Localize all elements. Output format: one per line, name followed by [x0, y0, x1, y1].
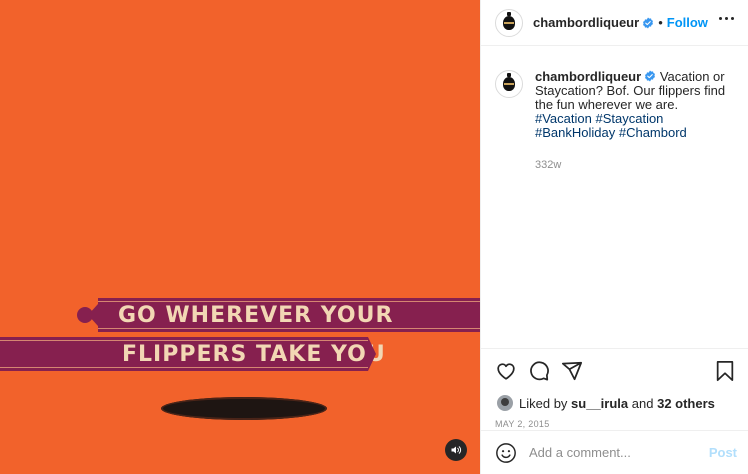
post-actions: Liked by su__irula and 32 others MAY 2, …	[481, 348, 748, 429]
verified-badge-icon	[643, 17, 654, 28]
caption-section: chambordliqueur Vacation or Staycation? …	[481, 46, 748, 348]
bottle-logo-icon	[503, 73, 515, 91]
verified-badge-icon	[645, 70, 656, 82]
liked-by-user[interactable]: su__irula	[571, 396, 628, 411]
liker-avatar[interactable]	[497, 395, 513, 411]
banner-top: GO WHEREVER YOUR	[88, 298, 480, 332]
heart-icon	[497, 363, 515, 380]
hashtag-link[interactable]: #Staycation	[595, 111, 663, 126]
banner-line-1: GO WHEREVER YOUR	[118, 302, 394, 328]
hashtag-link[interactable]: #Chambord	[619, 125, 687, 140]
post-age[interactable]: 332w	[535, 158, 734, 172]
more-options-icon[interactable]	[717, 15, 736, 22]
hashtag-link[interactable]: #BankHoliday	[535, 125, 615, 140]
banner-line-2: FLIPPERS TAKE YOU	[122, 341, 386, 367]
hashtag-link[interactable]: #Vacation	[535, 111, 592, 126]
likes-summary: Liked by su__irula and 32 others	[495, 395, 735, 411]
like-button[interactable]	[495, 360, 517, 382]
emoji-button[interactable]	[495, 442, 517, 464]
liked-by-prefix: Liked by	[519, 395, 568, 411]
liked-by-others[interactable]: 32 others	[657, 396, 715, 411]
comment-icon	[530, 361, 549, 381]
avatar[interactable]	[495, 8, 523, 37]
share-icon	[561, 361, 583, 381]
comment-bar: Post	[481, 430, 748, 474]
bottle-logo-icon	[503, 11, 515, 30]
hole-shape	[161, 397, 327, 420]
header-separator: •	[658, 15, 663, 30]
post-media[interactable]: GO WHEREVER YOUR FLIPPERS TAKE YOU	[0, 0, 480, 474]
post-date[interactable]: MAY 2, 2015	[495, 419, 735, 429]
header-username[interactable]: chambordliqueur	[533, 15, 639, 30]
caption-avatar[interactable]	[495, 70, 523, 98]
sound-toggle-button[interactable]	[445, 439, 467, 461]
post-comment-button[interactable]: Post	[709, 445, 737, 460]
action-bar	[495, 359, 735, 383]
comment-input[interactable]	[529, 445, 709, 460]
banner-bottom: FLIPPERS TAKE YOU	[0, 337, 385, 371]
speaker-icon	[451, 446, 462, 454]
caption: chambordliqueur Vacation or Staycation? …	[535, 70, 734, 348]
follow-button[interactable]: Follow	[667, 15, 708, 30]
caption-username[interactable]: chambordliqueur	[535, 69, 641, 84]
share-button[interactable]	[561, 360, 583, 382]
bookmark-icon	[716, 360, 734, 382]
liked-by-and: and	[631, 395, 654, 411]
post-header: chambordliqueur • Follow	[481, 0, 748, 46]
post-side-panel: chambordliqueur • Follow chambordliqueur…	[480, 0, 748, 474]
save-button[interactable]	[715, 360, 735, 382]
comment-button[interactable]	[528, 360, 550, 382]
emoji-icon	[496, 442, 516, 463]
